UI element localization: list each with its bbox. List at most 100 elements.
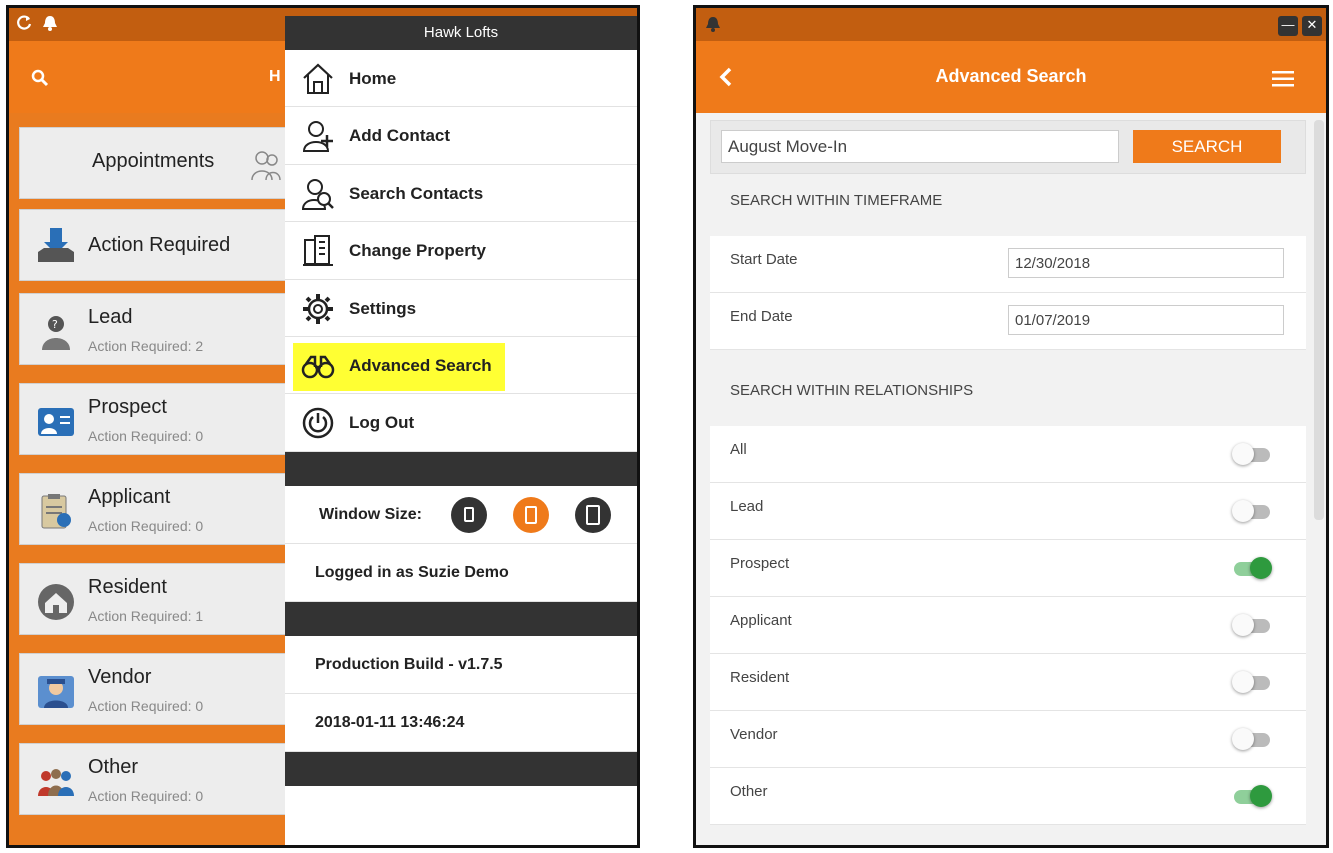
search-input[interactable]: August Move-In	[721, 130, 1119, 163]
card-name: Lead	[88, 306, 133, 328]
start-date-field[interactable]: 12/30/2018	[1008, 248, 1284, 278]
gear-icon	[301, 292, 335, 326]
relationships-heading: SEARCH WITHIN RELATIONSHIPS	[730, 382, 974, 399]
right-app-window: — ✕ Advanced Search August Move-In SEARC…	[693, 5, 1329, 848]
menu-item-label: Settings	[349, 298, 417, 318]
relationship-label: Lead	[730, 498, 764, 515]
start-date-label: Start Date	[730, 251, 798, 268]
group-people-icon	[36, 762, 76, 802]
large-window-button[interactable]	[575, 496, 611, 533]
add-contact-icon	[301, 119, 335, 153]
relationship-row-resident: Resident	[710, 654, 1306, 712]
end-date-field[interactable]: 01/07/2019	[1008, 305, 1284, 335]
card-subtitle: Action Required: 0	[88, 698, 204, 714]
end-date-row: End Date 01/07/2019	[710, 293, 1306, 351]
relationship-label: Vendor	[730, 726, 778, 743]
app-header: Advanced Search	[696, 41, 1326, 113]
minimize-icon[interactable]: —	[1278, 16, 1298, 36]
relationship-label: All	[730, 441, 747, 458]
hamburger-menu-icon[interactable]	[1272, 71, 1294, 92]
search-contacts-icon	[301, 177, 335, 211]
other-toggle[interactable]	[1232, 785, 1272, 807]
resident-toggle[interactable]	[1232, 671, 1272, 693]
binoculars-icon	[301, 349, 335, 383]
id-card-icon	[36, 402, 76, 442]
card-name: Prospect	[88, 396, 167, 418]
menu-item-search-contacts[interactable]: Search Contacts	[285, 165, 637, 223]
menu-item-log-out[interactable]: Log Out	[285, 394, 637, 452]
prospect-toggle[interactable]	[1232, 557, 1272, 579]
drawer-title: Hawk Lofts	[285, 16, 637, 50]
end-date-label: End Date	[730, 308, 793, 325]
refresh-icon[interactable]	[15, 14, 33, 37]
card-name: Resident	[88, 576, 167, 598]
window-size-row: Window Size:	[285, 486, 637, 544]
card-name: Appointments	[92, 150, 215, 172]
lead-card[interactable]: ? Lead Action Required: 2	[19, 293, 319, 365]
start-date-row: Start Date 12/30/2018	[710, 236, 1306, 294]
search-icon[interactable]	[31, 69, 49, 87]
relationship-label: Prospect	[730, 555, 790, 572]
building-icon	[301, 234, 335, 268]
all-toggle[interactable]	[1232, 443, 1272, 465]
drawer-divider	[285, 601, 637, 636]
lead-toggle[interactable]	[1232, 500, 1272, 522]
download-tray-icon	[36, 226, 76, 266]
card-name: Vendor	[88, 666, 152, 688]
card-subtitle: Action Required: 0	[88, 428, 204, 444]
relationship-label: Resident	[730, 669, 790, 686]
drawer-divider	[285, 451, 637, 486]
relationship-row-vendor: Vendor	[710, 711, 1306, 769]
applicant-card[interactable]: Applicant Action Required: 0	[19, 473, 319, 545]
card-subtitle: Action Required: 1	[88, 608, 204, 624]
menu-item-label: Home	[349, 69, 397, 88]
vendor-card[interactable]: Vendor Action Required: 0	[19, 653, 319, 725]
menu-item-label: Add Contact	[349, 126, 451, 146]
bell-icon[interactable]	[704, 15, 722, 38]
logged-in-text: Logged in as Suzie Demo	[315, 563, 509, 581]
card-subtitle: Action Required: 0	[88, 788, 204, 804]
applicant-toggle[interactable]	[1232, 614, 1272, 636]
relationship-label: Other	[730, 783, 768, 800]
close-icon[interactable]: ✕	[1302, 16, 1322, 36]
card-subtitle: Action Required: 2	[88, 338, 204, 354]
people-icon	[248, 146, 288, 191]
vendor-toggle[interactable]	[1232, 728, 1272, 750]
menu-item-change-property[interactable]: Change Property	[285, 222, 637, 280]
small-window-button[interactable]	[451, 496, 487, 533]
resident-card[interactable]: Resident Action Required: 1	[19, 563, 319, 635]
scrollbar[interactable]	[1314, 120, 1324, 520]
relationship-row-other: Other	[710, 768, 1306, 826]
lead-person-icon: ?	[36, 312, 76, 352]
menu-item-settings[interactable]: Settings	[285, 280, 637, 337]
left-app-window: H Appointments 6 Action Required ? Lead …	[6, 5, 640, 848]
bell-icon[interactable]	[41, 14, 59, 37]
header-title: H	[269, 68, 281, 85]
menu-item-label: Change Property	[349, 241, 486, 261]
build-version-text: Production Build - v1.7.5	[315, 655, 503, 673]
action-required-card[interactable]: Action Required	[19, 209, 319, 281]
medium-window-button[interactable]	[513, 496, 549, 533]
drawer-divider	[285, 751, 637, 786]
top-status-bar: — ✕	[696, 8, 1326, 41]
relationship-row-prospect: Prospect	[710, 540, 1306, 598]
window-size-label: Window Size:	[319, 505, 422, 523]
logged-in-row: Logged in as Suzie Demo	[285, 544, 637, 602]
appointments-card[interactable]: Appointments 6	[19, 127, 319, 199]
timeframe-heading: SEARCH WITHIN TIMEFRAME	[730, 192, 943, 209]
build-row: Production Build - v1.7.5	[285, 636, 637, 694]
menu-item-home[interactable]: Home	[285, 50, 637, 108]
prospect-card[interactable]: Prospect Action Required: 0	[19, 383, 319, 455]
clipboard-icon	[36, 492, 76, 532]
menu-item-add-contact[interactable]: Add Contact	[285, 107, 637, 165]
relationship-row-all: All	[710, 426, 1306, 484]
other-card[interactable]: Other Action Required: 0	[19, 743, 319, 815]
menu-item-label: Log Out	[349, 413, 415, 433]
card-name: Applicant	[88, 486, 171, 508]
home-icon	[301, 62, 335, 96]
svg-text:?: ?	[52, 318, 58, 331]
timestamp-row: 2018-01-11 13:46:24	[285, 694, 637, 752]
menu-item-label: Search Contacts	[349, 183, 484, 203]
menu-item-advanced-search[interactable]: Advanced Search	[285, 337, 637, 395]
search-button[interactable]: SEARCH	[1133, 130, 1281, 163]
